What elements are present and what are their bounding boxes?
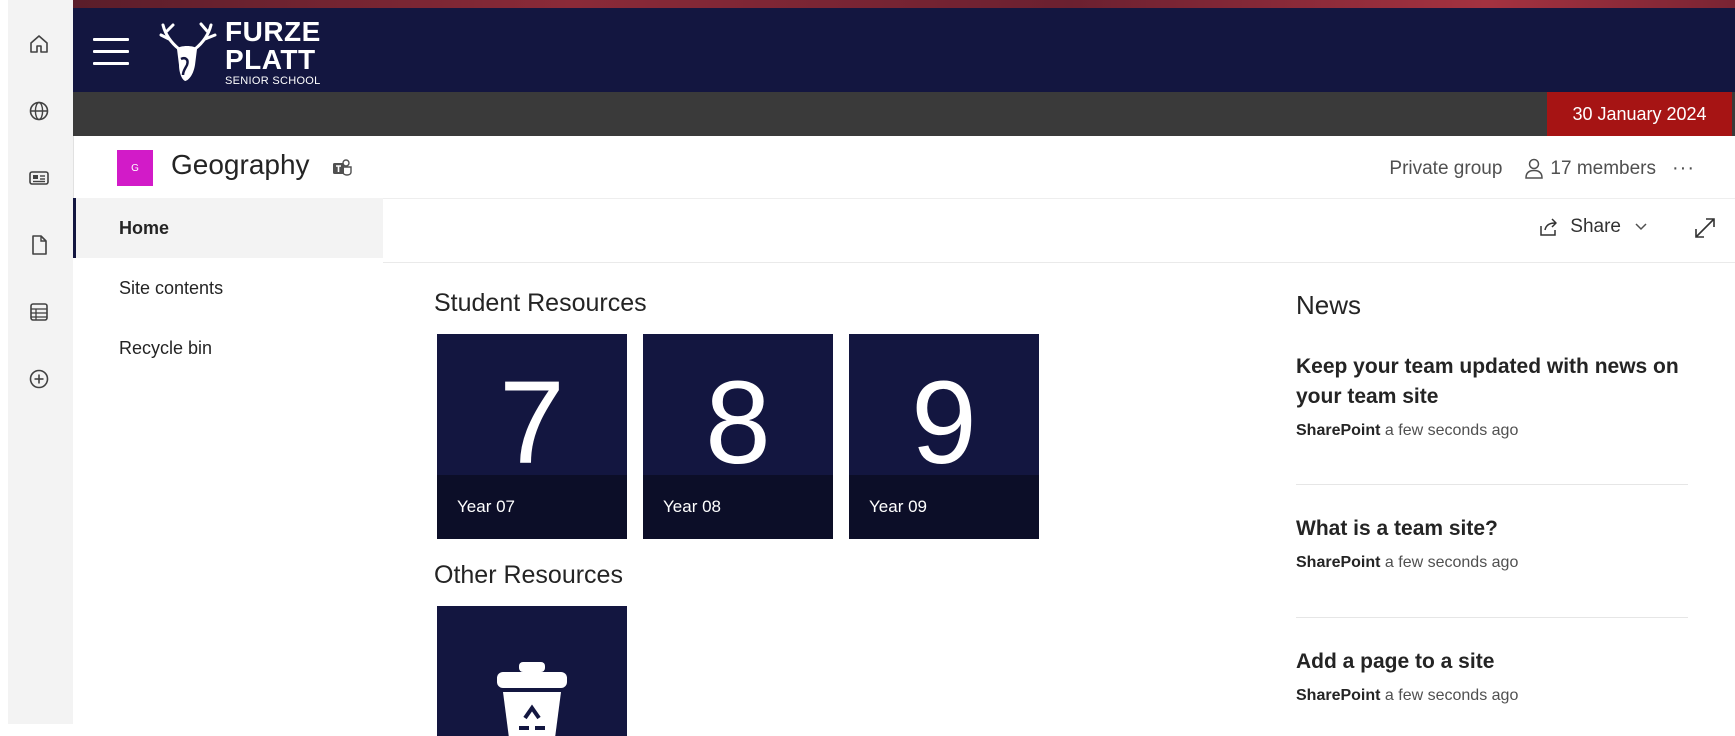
- tile-recycle[interactable]: [437, 606, 627, 736]
- site-header: G Geography Private group 17 members ···: [73, 136, 1735, 199]
- expand-icon: [1695, 218, 1715, 238]
- news-divider: [1296, 484, 1688, 485]
- news-icon: [29, 171, 49, 185]
- news-author: SharePoint: [1296, 687, 1381, 704]
- news-headline[interactable]: Keep your team updated with news on your…: [1296, 352, 1688, 412]
- expand-button[interactable]: [1693, 216, 1717, 245]
- other-resources-heading: Other Resources: [434, 561, 623, 589]
- person-icon: [1524, 158, 1544, 180]
- list-icon: [30, 303, 48, 321]
- student-resources-heading: Student Resources: [434, 289, 647, 317]
- tile-number: 7: [499, 357, 565, 489]
- add-icon: [29, 369, 49, 389]
- left-navigation: Home Site contents Recycle bin: [73, 198, 383, 724]
- site-title[interactable]: Geography: [171, 149, 310, 181]
- banner-image-strip: [73, 0, 1735, 8]
- stag-icon: [159, 22, 217, 81]
- command-bar: Share: [383, 198, 1735, 263]
- hamburger-line: [93, 38, 129, 41]
- app-bar-create[interactable]: [24, 364, 54, 394]
- app-bar: [8, 0, 74, 724]
- privacy-label: Private group: [1389, 157, 1503, 179]
- news-item[interactable]: Add a page to a site SharePoint a few se…: [1296, 647, 1688, 705]
- school-logo[interactable]: FURZE PLATT SENIOR SCHOOL: [159, 16, 321, 88]
- logo-line-2: PLATT: [225, 43, 316, 75]
- more-options-button[interactable]: ···: [1672, 157, 1695, 180]
- news-time: a few seconds ago: [1384, 554, 1519, 571]
- chevron-down-icon: [1635, 223, 1647, 231]
- tile-number: 9: [911, 357, 977, 489]
- news-item[interactable]: What is a team site? SharePoint a few se…: [1296, 514, 1688, 572]
- app-bar-home[interactable]: [24, 29, 54, 59]
- tile-caption: Year 07: [437, 475, 627, 539]
- hamburger-line: [93, 50, 129, 53]
- date-bar: 30 January 2024: [73, 92, 1735, 136]
- logo-line-1: FURZE: [225, 15, 321, 47]
- members-link[interactable]: 17 members: [1550, 158, 1656, 180]
- teams-icon[interactable]: [331, 158, 353, 183]
- globe-icon: [29, 101, 49, 121]
- site-logo[interactable]: G: [117, 150, 153, 186]
- tile-year-07[interactable]: 7 Year 07: [437, 334, 627, 539]
- news-author: SharePoint: [1296, 554, 1381, 571]
- main-content: Student Resources 7 Year 07 8 Year 08 9 …: [383, 262, 1233, 736]
- hamburger-line: [93, 62, 129, 65]
- nav-item-recycle-bin[interactable]: Recycle bin: [73, 318, 383, 378]
- news-time: a few seconds ago: [1384, 422, 1519, 439]
- menu-button[interactable]: [93, 38, 129, 66]
- share-label: Share: [1570, 216, 1621, 237]
- news-headline[interactable]: What is a team site?: [1296, 514, 1688, 544]
- app-bar-files[interactable]: [24, 230, 54, 260]
- file-icon: [32, 235, 47, 255]
- tile-number: 8: [705, 357, 771, 489]
- app-bar-news[interactable]: [24, 163, 54, 193]
- app-bar-sites[interactable]: [24, 96, 54, 126]
- news-item[interactable]: Keep your team updated with news on your…: [1296, 352, 1688, 440]
- news-time: a few seconds ago: [1384, 687, 1519, 704]
- tile-caption: Year 08: [643, 475, 833, 539]
- news-author: SharePoint: [1296, 422, 1381, 439]
- suite-bar: FURZE PLATT SENIOR SCHOOL: [73, 8, 1735, 92]
- recycle-bin-icon: [497, 662, 567, 736]
- tile-year-09[interactable]: 9 Year 09: [849, 334, 1039, 539]
- tile-caption: Year 09: [849, 475, 1039, 539]
- nav-item-site-contents[interactable]: Site contents: [73, 258, 383, 318]
- news-divider: [1296, 617, 1688, 618]
- date-badge: 30 January 2024: [1547, 92, 1732, 136]
- logo-line-3: SENIOR SCHOOL: [225, 74, 321, 87]
- share-button[interactable]: Share: [1538, 216, 1647, 238]
- news-headline[interactable]: Add a page to a site: [1296, 647, 1688, 677]
- app-bar-lists[interactable]: [24, 297, 54, 327]
- home-icon: [30, 35, 48, 53]
- nav-item-home[interactable]: Home: [73, 198, 383, 258]
- share-icon: [1540, 218, 1558, 236]
- tile-year-08[interactable]: 8 Year 08: [643, 334, 833, 539]
- news-heading: News: [1296, 290, 1362, 320]
